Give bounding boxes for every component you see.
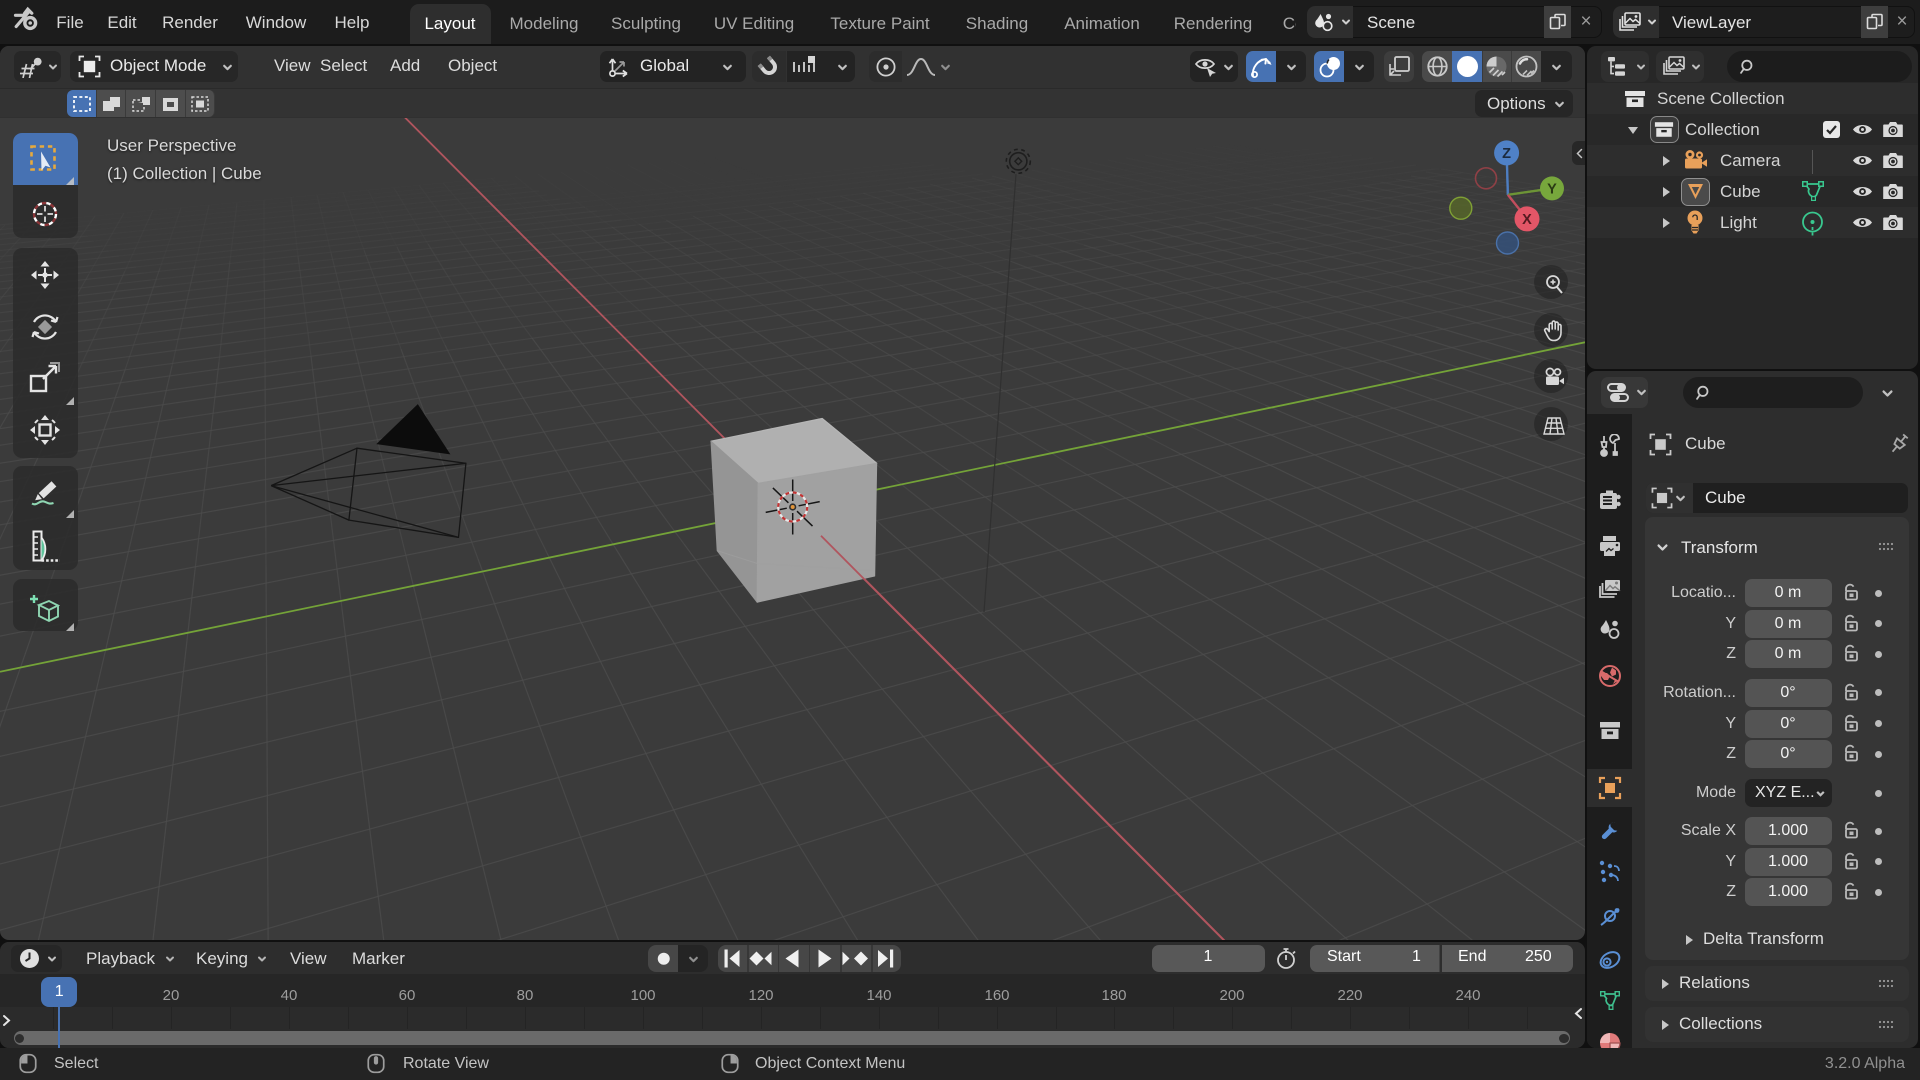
svg-text:X: X <box>1522 212 1532 228</box>
svg-text:Z: Z <box>1502 146 1511 162</box>
svg-text:Y: Y <box>1547 182 1557 198</box>
